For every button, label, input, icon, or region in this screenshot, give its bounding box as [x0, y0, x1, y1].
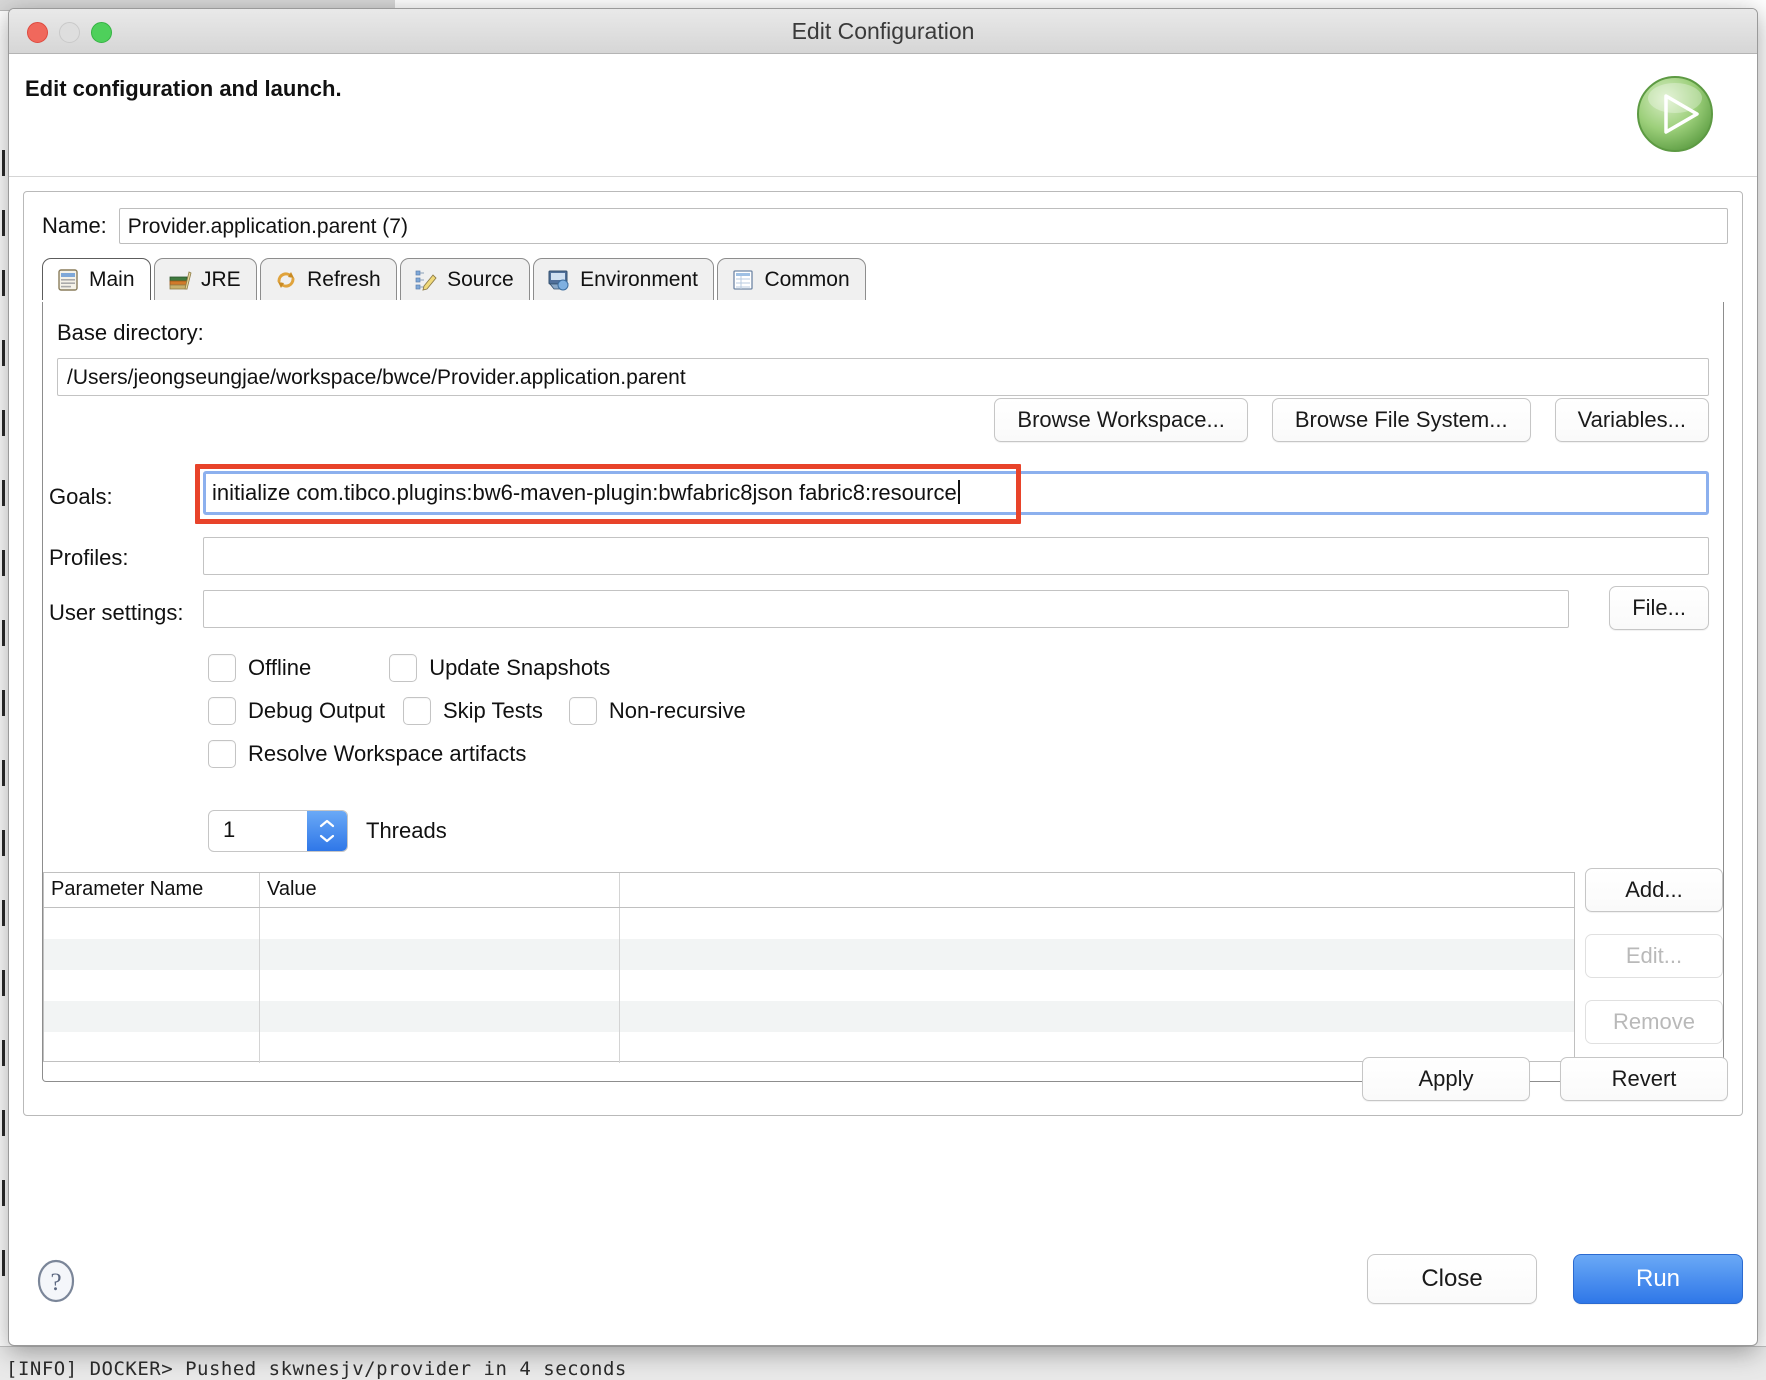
goals-input-text: initialize com.tibco.plugins:bw6-maven-p…: [212, 480, 957, 505]
update-snapshots-label: Update Snapshots: [429, 655, 611, 680]
checkbox-row-2: Debug Output Skip Tests Non-recursive: [208, 697, 746, 725]
skip-tests-checkbox[interactable]: [402, 697, 431, 725]
tab-main-label: Main: [89, 267, 135, 291]
tab-refresh-label: Refresh: [307, 267, 381, 291]
main-document-icon: [56, 268, 80, 292]
offline-label: Offline: [248, 655, 312, 680]
name-input[interactable]: Provider.application.parent (7): [118, 208, 1728, 244]
tab-environment-label: Environment: [580, 267, 698, 291]
user-settings-row: User settings: File...: [43, 586, 1709, 636]
table-row[interactable]: [44, 908, 1574, 939]
user-settings-file-button[interactable]: File...: [1609, 586, 1709, 630]
profiles-input[interactable]: [203, 537, 1709, 575]
chevron-down-icon: [319, 834, 335, 843]
refresh-arrows-icon: [274, 268, 298, 292]
threads-label: Threads: [366, 818, 447, 843]
debug-output-label: Debug Output: [248, 698, 385, 723]
goals-row: Goals: initialize com.tibco.plugins:bw6-…: [43, 464, 1709, 526]
skip-tests-label: Skip Tests: [442, 698, 543, 723]
table-row[interactable]: [44, 970, 1574, 1001]
configuration-panel: Name: Provider.application.parent (7) Ma…: [23, 191, 1743, 1116]
column-header-parameter-name: Parameter Name: [44, 873, 260, 907]
column-header-value: Value: [260, 873, 620, 907]
help-question-icon[interactable]: ?: [33, 1258, 79, 1304]
add-parameter-button[interactable]: Add...: [1585, 868, 1723, 912]
run-play-icon: [1633, 72, 1717, 156]
checkbox-row-1: Offline Update Snapshots: [208, 654, 746, 682]
user-settings-label: User settings:: [49, 600, 184, 625]
resolve-workspace-artifacts-label: Resolve Workspace artifacts: [248, 741, 527, 766]
console-output-line: [INFO] DOCKER> Pushed skwnesjv/provider …: [0, 1346, 1766, 1380]
browse-workspace-button[interactable]: Browse Workspace...: [994, 398, 1248, 442]
dialog-body: Name: Provider.application.parent (7) Ma…: [9, 177, 1757, 1242]
tab-source[interactable]: Source: [400, 258, 530, 300]
parameters-table[interactable]: Parameter Name Value: [43, 872, 1575, 1063]
close-button[interactable]: Close: [1367, 1254, 1537, 1304]
browse-button-row: Browse Workspace... Browse File System..…: [994, 398, 1709, 442]
table-row[interactable]: [44, 939, 1574, 970]
apply-revert-row: Apply Revert: [1362, 1057, 1728, 1101]
offline-checkbox[interactable]: [208, 654, 236, 682]
header-title: Edit configuration and launch.: [25, 76, 342, 101]
main-tab-content: Base directory: /Users/jeongseungjae/wor…: [42, 302, 1724, 1082]
tab-source-label: Source: [447, 267, 514, 291]
variables-button[interactable]: Variables...: [1554, 398, 1709, 442]
revert-button[interactable]: Revert: [1560, 1057, 1728, 1101]
goals-input[interactable]: initialize com.tibco.plugins:bw6-maven-p…: [203, 471, 1709, 515]
dialog-title: Edit Configuration: [791, 18, 975, 44]
user-settings-input[interactable]: [203, 590, 1569, 628]
options-checkbox-group: Offline Update Snapshots Debug Output Sk…: [208, 654, 746, 783]
profiles-row: Profiles:: [43, 537, 1709, 579]
tab-common-label: Common: [764, 267, 850, 291]
tab-main[interactable]: Main: [42, 258, 151, 300]
table-row[interactable]: [44, 1001, 1574, 1032]
tab-common[interactable]: Common: [717, 258, 866, 300]
name-label: Name:: [42, 213, 107, 238]
name-row: Name: Provider.application.parent (7): [42, 208, 1728, 244]
footer-button-row: Close Run: [1367, 1254, 1743, 1304]
edit-configuration-dialog: Edit Configuration Edit configuration an…: [8, 8, 1758, 1346]
remove-parameter-button: Remove: [1585, 1000, 1723, 1044]
table-row[interactable]: [44, 1032, 1574, 1063]
tab-environment[interactable]: Environment: [533, 258, 714, 300]
resolve-workspace-artifacts-checkbox[interactable]: [208, 740, 236, 768]
threads-value[interactable]: 1: [209, 811, 307, 851]
parameters-table-header: Parameter Name Value: [44, 873, 1574, 908]
threads-stepper[interactable]: 1: [208, 810, 348, 852]
goals-label: Goals:: [49, 484, 113, 509]
update-snapshots-checkbox[interactable]: [389, 654, 418, 682]
parameters-table-buttons: Add... Edit... Remove: [1585, 868, 1723, 1044]
environment-icon: [547, 268, 571, 292]
non-recursive-label: Non-recursive: [608, 698, 746, 723]
common-table-icon: [731, 268, 755, 292]
tab-jre-label: JRE: [200, 267, 241, 291]
non-recursive-checkbox[interactable]: [568, 697, 597, 725]
base-directory-label: Base directory:: [57, 320, 204, 345]
dialog-header: Edit configuration and launch.: [9, 54, 1757, 177]
jre-books-icon: [168, 268, 192, 292]
apply-button[interactable]: Apply: [1362, 1057, 1530, 1101]
debug-output-checkbox[interactable]: [208, 697, 236, 725]
tab-refresh[interactable]: Refresh: [260, 258, 397, 300]
threads-row: 1 Threads: [208, 810, 447, 852]
run-button[interactable]: Run: [1573, 1254, 1743, 1304]
source-pencil-icon: [414, 268, 438, 292]
threads-stepper-arrows[interactable]: [307, 811, 347, 851]
svg-text:?: ?: [50, 1269, 61, 1296]
checkbox-row-3: Resolve Workspace artifacts: [208, 740, 746, 768]
tab-bar: Main JRE Refresh Source Environment Comm…: [42, 258, 1728, 302]
tab-jre[interactable]: JRE: [153, 258, 257, 300]
edit-parameter-button: Edit...: [1585, 934, 1723, 978]
dialog-titlebar: Edit Configuration: [9, 9, 1757, 54]
profiles-label: Profiles:: [49, 545, 129, 570]
column-header-extra: [620, 873, 1574, 907]
chevron-up-icon: [319, 819, 335, 828]
base-directory-input[interactable]: /Users/jeongseungjae/workspace/bwce/Prov…: [57, 358, 1709, 396]
text-caret: [957, 480, 960, 504]
browse-file-system-button[interactable]: Browse File System...: [1271, 398, 1531, 442]
